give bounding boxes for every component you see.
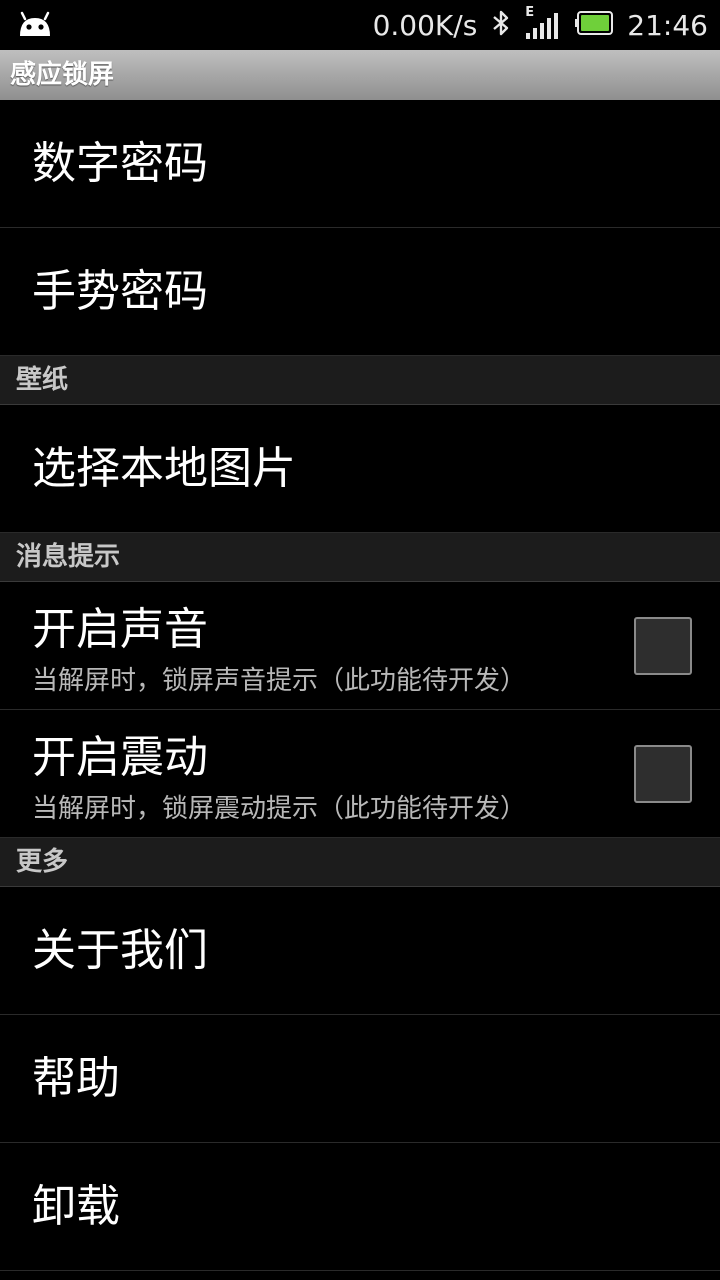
signal-icon: E	[525, 5, 561, 41]
preference-list: 数字密码 手势密码 壁纸 选择本地图片 消息提示 开启声音 当解屏时，锁屏声音提…	[0, 100, 720, 1271]
pref-title: 选择本地图片	[32, 443, 296, 494]
page-title: 感应锁屏	[10, 60, 115, 90]
pref-title: 帮助	[32, 1053, 120, 1104]
category-wallpaper: 壁纸	[0, 356, 720, 405]
battery-icon	[575, 11, 614, 39]
category-message-notification: 消息提示	[0, 533, 720, 582]
bluetooth-icon	[491, 9, 511, 41]
vibrate-checkbox[interactable]	[634, 745, 692, 803]
category-label: 消息提示	[16, 542, 121, 572]
network-speed: 0.00K/s	[372, 8, 478, 42]
pref-uninstall[interactable]: 卸载	[0, 1143, 720, 1271]
clock: 21:46	[627, 8, 708, 42]
title-bar: 感应锁屏	[0, 50, 720, 100]
pref-enable-sound[interactable]: 开启声音 当解屏时，锁屏声音提示（此功能待开发）	[0, 582, 720, 710]
pref-title: 手势密码	[32, 266, 208, 317]
android-icon	[16, 10, 56, 40]
category-label: 更多	[16, 847, 69, 877]
category-more: 更多	[0, 838, 720, 887]
pref-title: 数字密码	[32, 138, 208, 189]
pref-help[interactable]: 帮助	[0, 1015, 720, 1143]
category-label: 壁纸	[16, 365, 69, 395]
pref-select-local-picture[interactable]: 选择本地图片	[0, 405, 720, 533]
pref-title: 开启震动	[32, 732, 208, 783]
pref-title: 关于我们	[32, 925, 208, 976]
pref-summary: 当解屏时，锁屏声音提示（此功能待开发）	[32, 666, 527, 696]
status-bar: 0.00K/s E 21:46	[0, 0, 720, 50]
pref-enable-vibrate[interactable]: 开启震动 当解屏时，锁屏震动提示（此功能待开发）	[0, 710, 720, 838]
pref-digit-password[interactable]: 数字密码	[0, 100, 720, 228]
pref-about-us[interactable]: 关于我们	[0, 887, 720, 1015]
sound-checkbox[interactable]	[634, 617, 692, 675]
pref-gesture-password[interactable]: 手势密码	[0, 228, 720, 356]
pref-summary: 当解屏时，锁屏震动提示（此功能待开发）	[32, 794, 527, 824]
pref-title: 开启声音	[32, 604, 208, 655]
pref-title: 卸载	[32, 1181, 120, 1232]
